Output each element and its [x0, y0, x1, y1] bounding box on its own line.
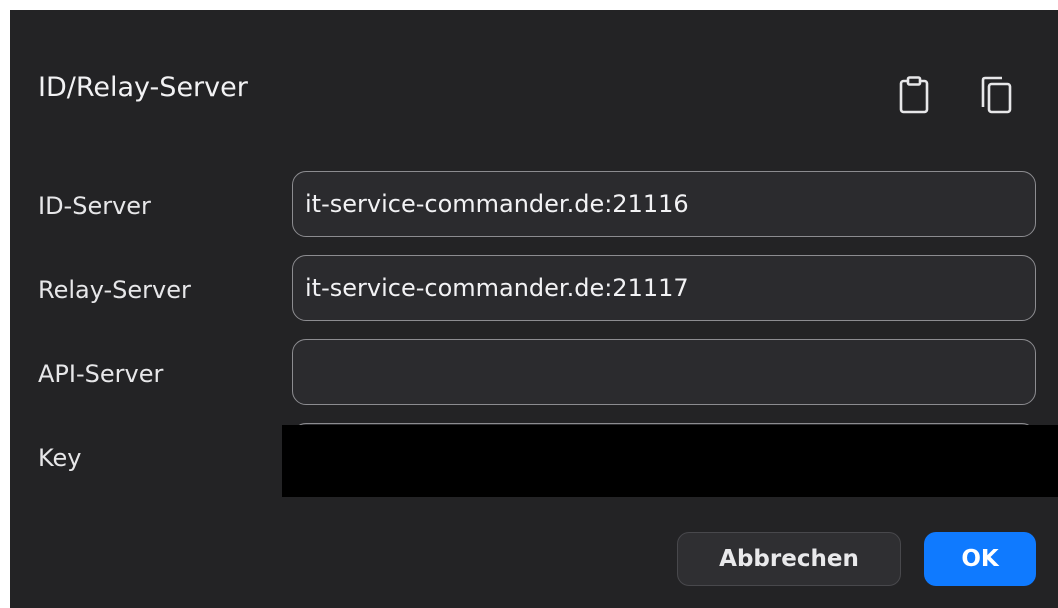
dialog-title: ID/Relay-Server — [38, 72, 248, 103]
id-server-label: ID-Server — [38, 192, 151, 220]
cancel-button[interactable]: Abbrechen — [677, 532, 901, 586]
ok-button[interactable]: OK — [924, 532, 1036, 586]
relay-server-label: Relay-Server — [38, 276, 191, 304]
redaction-box — [282, 425, 1058, 497]
api-server-label: API-Server — [38, 360, 164, 388]
copy-icon[interactable] — [976, 70, 1016, 120]
api-server-input[interactable] — [292, 339, 1036, 405]
id-server-input[interactable] — [292, 171, 1036, 237]
screen-frame: ID/Relay-Server ID-Server Relay-Server A… — [0, 0, 1058, 608]
clipboard-icon[interactable] — [894, 70, 934, 120]
server-settings-dialog: ID/Relay-Server ID-Server Relay-Server A… — [10, 10, 1058, 608]
relay-server-input[interactable] — [292, 255, 1036, 321]
key-label: Key — [38, 444, 82, 472]
